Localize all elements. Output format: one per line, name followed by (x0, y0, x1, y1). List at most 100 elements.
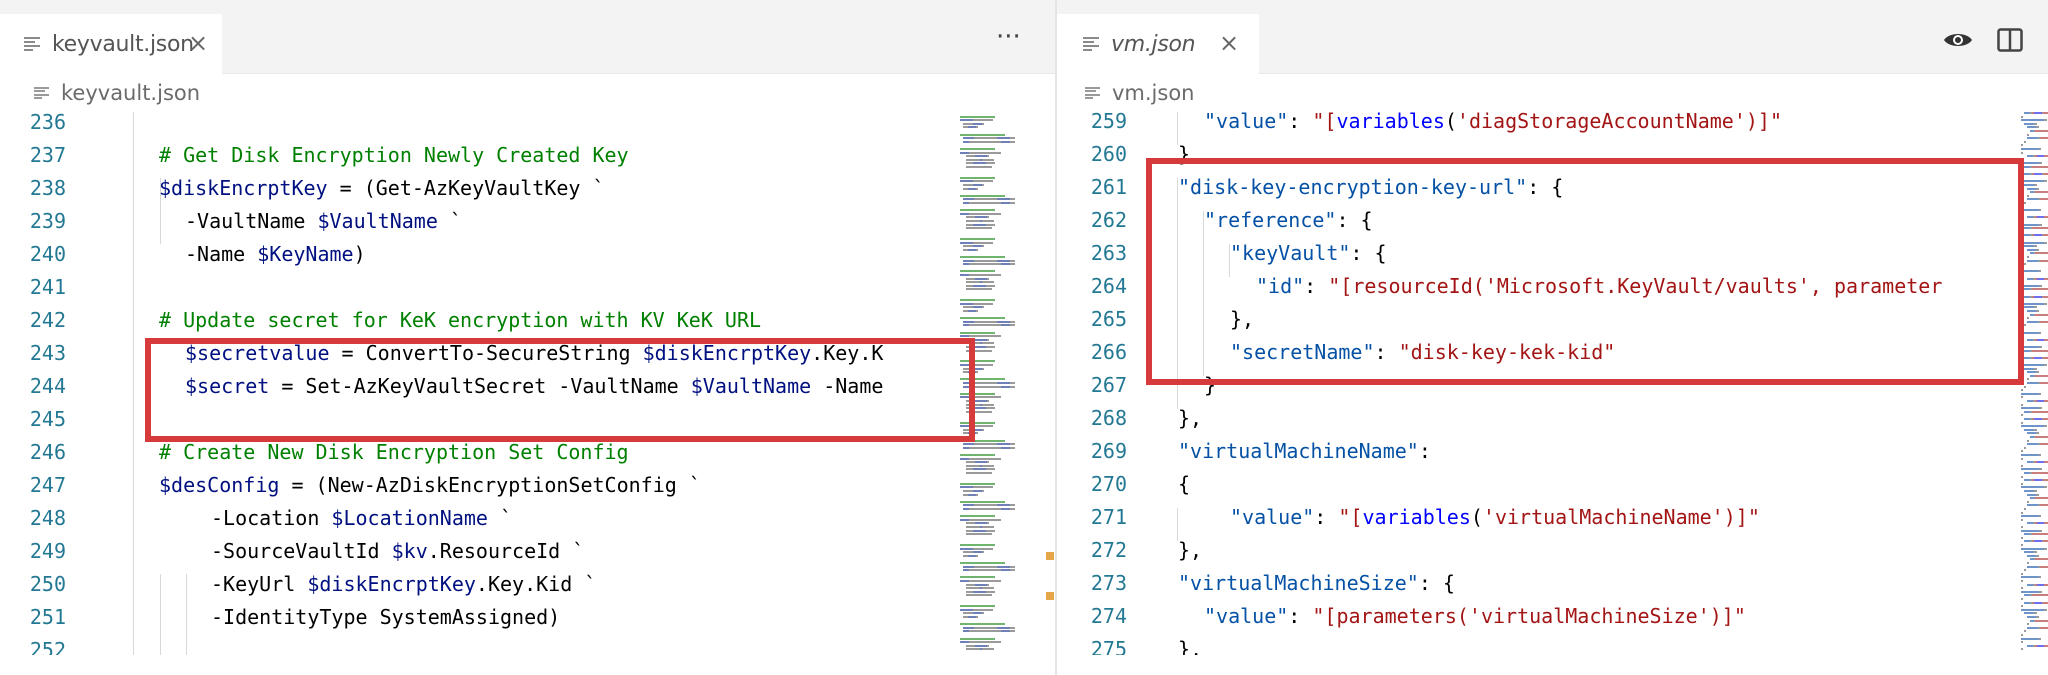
line-number: 247 (29, 473, 66, 497)
code-line[interactable]: 236 (0, 112, 948, 139)
minimap-line (969, 508, 1001, 510)
minimap-line (2021, 587, 2023, 590)
minimap-line (960, 238, 996, 240)
minimap-line (2027, 194, 2029, 197)
minimap-line (2027, 439, 2029, 442)
code-line[interactable]: 251 -IdentityType SystemAssigned) (0, 601, 948, 634)
minimap-line (1009, 446, 1016, 449)
minimap-line (2021, 392, 2039, 395)
line-number: 262 (1090, 208, 1127, 232)
line-number: 260 (1090, 142, 1127, 166)
minimap-line (2027, 378, 2029, 381)
close-icon[interactable]: × (1219, 31, 1239, 55)
minimap-line (1009, 630, 1016, 633)
code-line[interactable]: 273 "virtualMachineSize": { (1057, 567, 2012, 600)
minimap-line (960, 331, 996, 334)
tab-vm-json[interactable]: vm.json × (1057, 14, 1259, 74)
minimap-line (2044, 479, 2047, 482)
line-number: 265 (1090, 307, 1127, 331)
minimap-line (975, 248, 978, 251)
minimap-line (960, 486, 973, 489)
code-line[interactable]: 271 "value": "[variables('virtualMachineN… (1057, 501, 2012, 534)
eye-icon[interactable] (1943, 30, 1973, 54)
minimap-line (2021, 148, 2039, 150)
breadcrumb-file[interactable]: vm.json (1112, 81, 1195, 105)
code-line[interactable]: 274 "value": "[parameters('virtualMachine… (1057, 600, 2012, 633)
minimap-line (2021, 515, 2039, 518)
minimap-line (2021, 115, 2023, 118)
line-number: 248 (29, 506, 66, 530)
left-tab-bar: keyvault.json × ··· (0, 0, 1055, 74)
minimap-line (960, 457, 969, 460)
code-line[interactable]: 240 -Name $KeyName) (0, 238, 948, 271)
minimap-line (2021, 590, 2039, 593)
code-line[interactable]: 249 -SourceVaultId $kv.ResourceId ` (0, 535, 948, 568)
code-line[interactable]: 248 -Location $LocationName ` (0, 502, 948, 535)
code-text: "value": "[variables('virtualMachineName… (1230, 501, 1760, 534)
minimap-line (2027, 248, 2036, 251)
code-line[interactable]: 238 $diskEncrptKey = (Get-AzKeyVaultKey ` (0, 172, 948, 205)
minimap-line (2024, 263, 2026, 266)
code-token: : (1314, 505, 1339, 529)
minimap-line (969, 641, 1001, 644)
minimap-line (985, 590, 995, 593)
code-token: $LocationName (331, 506, 488, 530)
minimap-line (975, 616, 978, 618)
minimap-line (960, 133, 1005, 136)
minimap-line (986, 216, 989, 219)
scrollbar-marker (1046, 592, 1054, 600)
minimap-line (2033, 234, 2042, 237)
minimap-line (2033, 479, 2042, 482)
code-line[interactable]: 252 (0, 634, 948, 655)
minimap-line (973, 407, 986, 410)
minimap-line (973, 223, 986, 226)
code-line[interactable]: 242 # Update secret for KeK encryption wi… (0, 304, 948, 337)
code-token: = (New-AzDiskEncryptionSetConfig ` (279, 473, 701, 497)
minimap-line (982, 526, 994, 528)
minimap-line (973, 346, 986, 348)
minimap-line (960, 580, 969, 582)
minimap-line (981, 612, 984, 615)
close-icon[interactable]: × (188, 31, 208, 55)
minimap-line (2044, 338, 2047, 341)
more-actions-icon[interactable]: ··· (996, 22, 1021, 52)
minimap-line (973, 284, 986, 287)
minimap-line (2021, 364, 2046, 366)
code-token: -Location (211, 506, 332, 530)
code-line[interactable]: 259 "value": "[variables('diagStorageAcco… (1057, 112, 2012, 138)
line-number: 267 (1090, 373, 1127, 397)
minimap-line (2024, 630, 2026, 633)
minimap-line (963, 490, 973, 492)
minimap-line (997, 504, 1010, 507)
line-number: 237 (29, 143, 66, 167)
minimap-line (963, 626, 974, 629)
breadcrumb-file[interactable]: keyvault.json (61, 81, 200, 105)
code-line[interactable]: 268}, (1057, 402, 2012, 435)
code-line[interactable]: 239 -VaultName $VaultName ` (0, 205, 948, 238)
code-line[interactable]: 247 $desConfig = (New-AzDiskEncryptionSet… (0, 469, 948, 502)
code-line[interactable]: 270 { (1057, 468, 2012, 501)
code-token: )]" (1745, 112, 1783, 133)
code-line[interactable]: 250 -KeyUrl $diskEncrptKey.Key.Kid ` (0, 568, 948, 601)
code-line[interactable]: 275}, (1057, 633, 2012, 655)
tab-keyvault-json[interactable]: keyvault.json × (0, 14, 222, 74)
code-line[interactable]: 272}, (1057, 534, 2012, 567)
code-line[interactable]: 241 (0, 271, 948, 304)
line-number: 275 (1090, 637, 1127, 655)
minimap-line (2024, 508, 2026, 510)
minimap-line (982, 464, 994, 467)
minimap-line (2033, 490, 2037, 492)
minimap-line (966, 158, 980, 161)
minimap-line (2044, 295, 2047, 298)
minimap-line (2044, 356, 2047, 359)
minimap-line (2021, 457, 2023, 460)
code-line[interactable]: 237 # Get Disk Encryption Newly Created K… (0, 139, 948, 172)
minimap-line (2027, 317, 2029, 320)
minimap-line (960, 637, 996, 640)
code-token: .Key.Kid ` (475, 572, 597, 596)
split-editor-icon[interactable] (1997, 28, 2023, 56)
code-line[interactable]: 269 "virtualMachineName": (1057, 435, 2012, 468)
minimap-line (2044, 216, 2047, 219)
minimap-line (975, 216, 987, 219)
line-number: 239 (29, 209, 66, 233)
